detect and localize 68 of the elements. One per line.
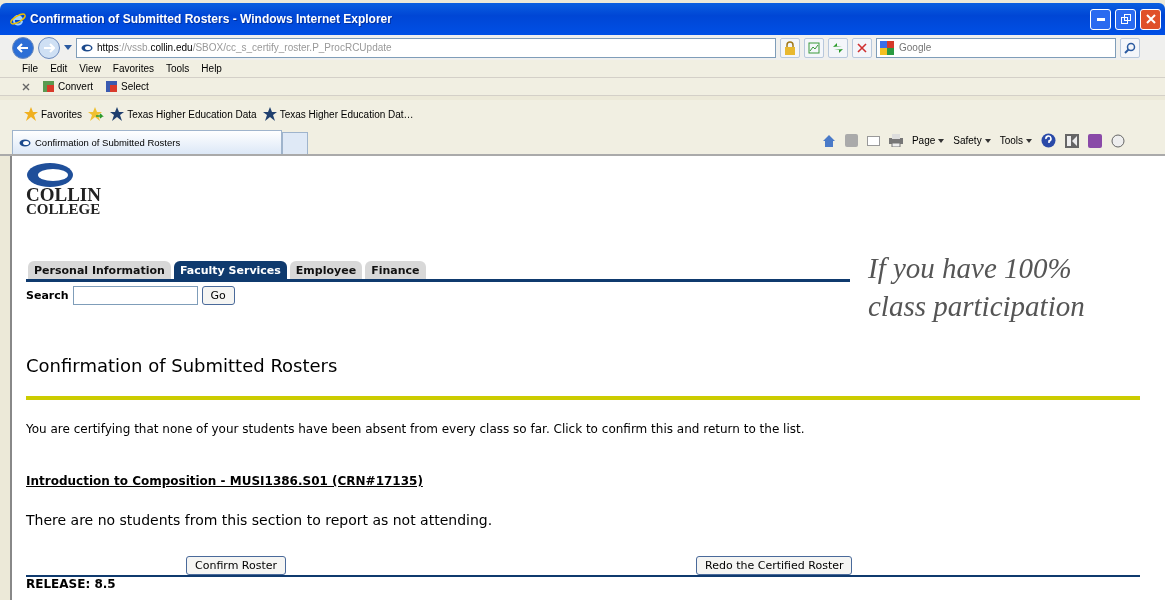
page-heading: Confirmation of Submitted Rosters <box>26 355 339 376</box>
menu-item[interactable]: Favorites <box>112 63 154 74</box>
help-icon[interactable] <box>1041 133 1056 148</box>
browser-logo-icon <box>10 11 26 27</box>
window-title: Confirmation of Submitted Rosters - Windows Internet Explorer <box>30 12 393 26</box>
college-name: COLLIN <box>26 188 101 202</box>
toolbar-button[interactable]: Convert <box>42 80 93 93</box>
command-menu[interactable]: Page <box>911 135 945 146</box>
caret-icon <box>938 138 945 143</box>
page-icon <box>19 138 31 147</box>
minimize-button[interactable] <box>1090 8 1111 30</box>
page-icon <box>81 43 93 52</box>
course-link[interactable]: Introduction to Composition - MUSI1386.S01 (CRN#17135) <box>26 474 423 488</box>
stop-icon[interactable] <box>852 37 872 58</box>
release-text: RELEASE: 8.5 <box>26 577 117 591</box>
favorites-button[interactable]: Favorites <box>24 107 83 121</box>
arrow-left-icon <box>17 42 29 53</box>
college-name: COLLEGE <box>26 202 101 216</box>
caret-icon <box>1026 138 1032 143</box>
close-icon[interactable] <box>22 82 30 91</box>
instruction-text: You are certifying that none of your students have been absent from every class so far. Click to confirm this and return to the list. <box>26 422 806 436</box>
padlock-icon[interactable] <box>780 37 800 58</box>
restore-button[interactable] <box>1115 8 1136 30</box>
mail-icon[interactable] <box>866 135 880 146</box>
menu-item[interactable]: Help <box>201 63 222 74</box>
star-icon <box>110 107 125 121</box>
search-icon[interactable] <box>1120 37 1140 58</box>
add-favorite-icon[interactable] <box>88 107 105 121</box>
roster-button[interactable]: Redo the Certified Roster <box>696 556 853 575</box>
favorite-link[interactable]: Texas Higher Education Data <box>110 107 257 121</box>
command-menu[interactable]: Tools <box>999 135 1032 146</box>
forward-button[interactable] <box>38 36 60 59</box>
arrow-right-icon <box>43 42 55 53</box>
caret-icon <box>984 138 991 143</box>
minimize-icon <box>1096 17 1105 21</box>
search-field[interactable]: Google <box>876 37 1116 58</box>
nav-tab[interactable]: Personal Information <box>28 261 171 279</box>
menu-item[interactable]: Tools <box>166 63 190 74</box>
nav-tab[interactable]: Finance <box>365 261 426 279</box>
restore-icon <box>1120 14 1131 24</box>
roster-button[interactable]: Confirm Roster <box>186 556 287 575</box>
back-button[interactable] <box>12 36 34 59</box>
address-field[interactable]: https://vssb.collin.edu/SBOX/cc_s_certify_roster.P_ProcRCUpdate <box>76 37 776 58</box>
star-icon <box>262 107 277 121</box>
star-icon <box>24 107 38 121</box>
compatibility-icon[interactable] <box>804 37 824 58</box>
college-logo-icon <box>26 162 74 188</box>
refresh-icon[interactable] <box>828 37 848 58</box>
annotation-text: If you have 100% class participation <box>868 251 1086 324</box>
home-icon[interactable] <box>821 133 836 148</box>
status-message: There are no students from this section to report as not attending. <box>26 512 494 528</box>
toolbar-button[interactable]: Select <box>105 80 149 93</box>
nav-tab[interactable]: Employee <box>289 261 363 279</box>
command-menu[interactable]: Safety <box>953 135 991 146</box>
browser-tab[interactable]: Confirmation of Submitted Rosters <box>12 130 282 154</box>
menu-item[interactable]: File <box>22 63 39 74</box>
dropdown-icon[interactable] <box>64 45 72 50</box>
menu-item[interactable]: View <box>79 63 101 74</box>
menu-item[interactable]: Edit <box>50 63 68 74</box>
close-icon <box>1145 14 1156 24</box>
close-button[interactable] <box>1140 8 1161 30</box>
search-provider-icon <box>880 40 894 55</box>
go-button[interactable]: Go <box>201 286 235 305</box>
search-label: Search <box>26 289 69 302</box>
nav-tab[interactable]: Faculty Services <box>173 261 287 279</box>
favorite-link[interactable]: Texas Higher Education Dat… <box>262 107 414 121</box>
search-field[interactable] <box>72 286 198 305</box>
printer-icon[interactable] <box>888 134 903 147</box>
